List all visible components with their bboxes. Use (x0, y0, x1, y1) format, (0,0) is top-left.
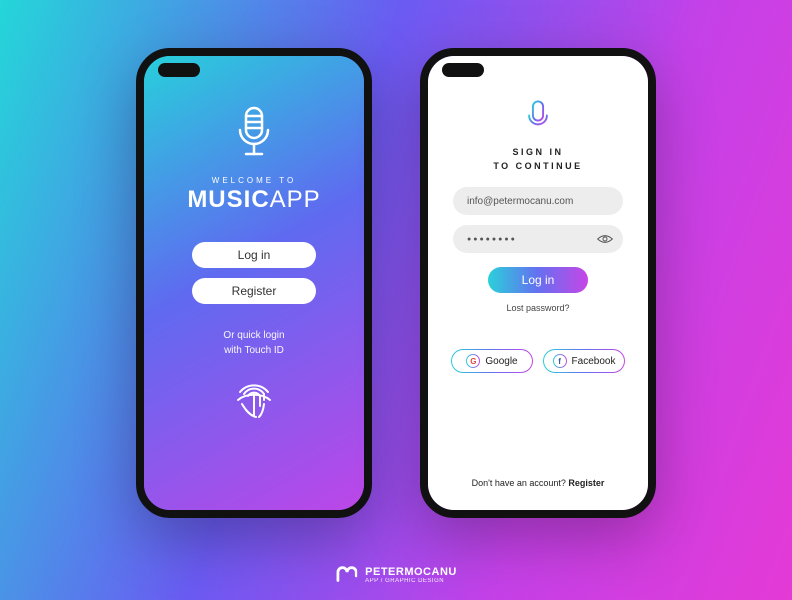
app-brand: MUSICAPP (187, 186, 320, 214)
google-login-button[interactable]: G Google (451, 349, 533, 373)
register-button[interactable]: Register (192, 278, 316, 304)
email-value: info@petermocanu.com (467, 196, 573, 207)
facebook-icon: f (553, 354, 567, 368)
login-button[interactable]: Log in (192, 242, 316, 268)
signin-title: SIGN IN TO CONTINUE (493, 146, 582, 173)
register-link[interactable]: Register (568, 478, 604, 488)
password-value: ●●●●●●●● (467, 236, 517, 243)
watermark-name: PETERMOCANU (365, 567, 457, 578)
microphone-icon (232, 106, 276, 162)
watermark: PETERMOCANU APP / GRAPHIC DESIGN (335, 564, 457, 586)
fingerprint-icon[interactable] (230, 374, 278, 422)
phone-notch (158, 63, 200, 77)
phone-notch (442, 63, 484, 77)
facebook-login-button[interactable]: f Facebook (543, 349, 625, 373)
quick-login-hint: Or quick login with Touch ID (223, 328, 284, 358)
watermark-logo-icon (335, 564, 357, 586)
microphone-icon (524, 100, 552, 136)
google-icon: G (466, 354, 480, 368)
login-button[interactable]: Log in (488, 267, 588, 293)
lost-password-link[interactable]: Lost password? (506, 303, 569, 313)
phone-signin: SIGN IN TO CONTINUE info@petermocanu.com… (420, 48, 656, 518)
eye-icon[interactable] (597, 234, 613, 244)
email-field[interactable]: info@petermocanu.com (453, 187, 623, 215)
password-field[interactable]: ●●●●●●●● (453, 225, 623, 253)
register-prompt: Don't have an account? Register (472, 478, 605, 488)
watermark-subtitle: APP / GRAPHIC DESIGN (365, 578, 457, 584)
phone-welcome: WELCOME TO MUSICAPP Log in Register Or q… (136, 48, 372, 518)
welcome-label: WELCOME TO (212, 176, 296, 185)
